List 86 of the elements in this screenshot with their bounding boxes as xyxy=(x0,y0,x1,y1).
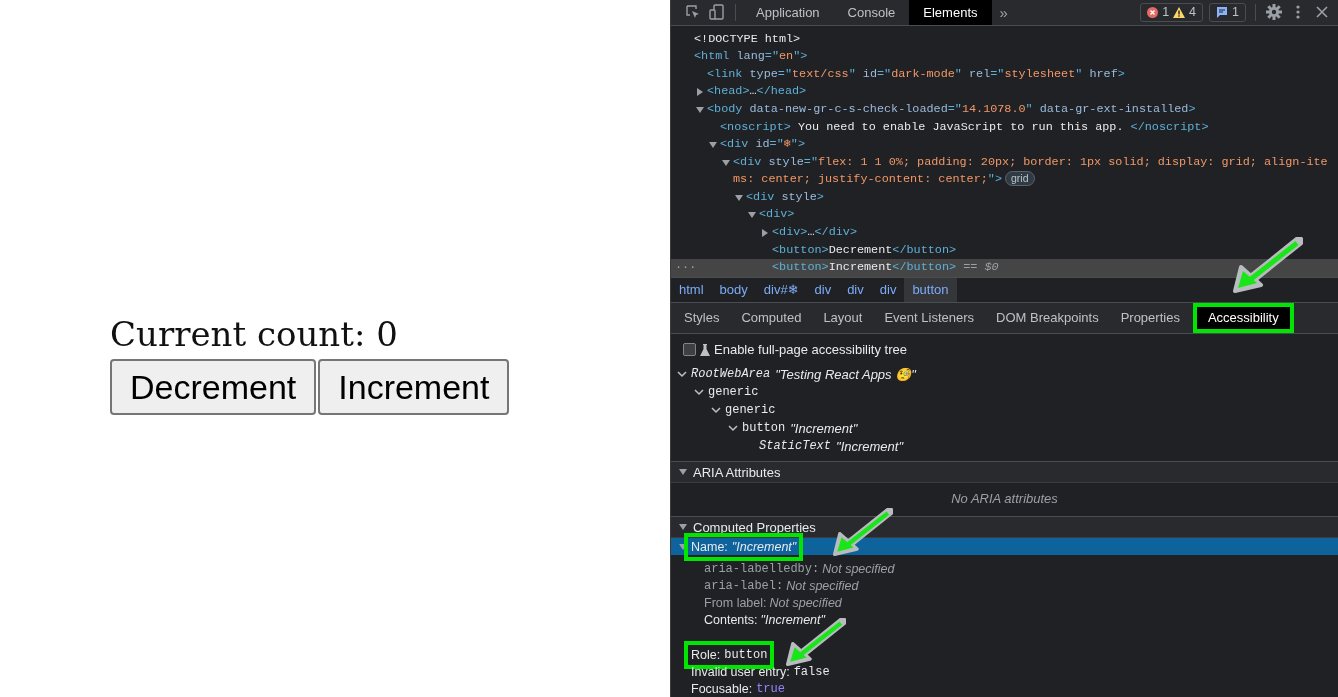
error-count: 1 xyxy=(1162,5,1170,20)
panel-tab[interactable]: Styles xyxy=(673,302,731,333)
expanded-triangle-icon[interactable] xyxy=(735,193,743,202)
source-value: "Increment" xyxy=(760,612,825,627)
collapsed-triangle-icon[interactable] xyxy=(761,229,769,238)
breadcrumb[interactable]: div xyxy=(839,278,872,302)
source-label: aria-labelledby: xyxy=(704,561,820,576)
source-value: Not specified xyxy=(786,578,859,593)
checkbox[interactable] xyxy=(683,343,696,356)
dom-node-line[interactable]: <div> xyxy=(671,206,1338,225)
property-label: Invalid user entry: xyxy=(691,664,790,679)
expanded-triangle-icon[interactable] xyxy=(696,105,704,114)
expanded-triangle-icon[interactable] xyxy=(722,158,730,167)
property-label: Focusable: xyxy=(691,681,753,696)
expanded-triangle-icon[interactable] xyxy=(679,523,687,531)
pointer-arrow xyxy=(1233,236,1303,293)
dom-node-line[interactable]: <div style="flex: 1 1 0%; padding: 20px; border: 1px solid; display: grid; align-items: center; justify-content: center;"> grid xyxy=(671,153,1338,189)
property-row[interactable]: Focusable: true xyxy=(671,680,1338,697)
property-label: Name: xyxy=(691,539,728,554)
property-value: true xyxy=(756,681,785,696)
devtools-tab[interactable]: Elements xyxy=(909,0,992,25)
property-value: button xyxy=(724,647,768,662)
section-title[interactable]: Computed Properties xyxy=(693,519,816,535)
flask-icon xyxy=(700,343,710,356)
devtools-tab[interactable]: Application xyxy=(742,0,834,25)
ax-role[interactable]: generic xyxy=(708,385,759,399)
message-icon xyxy=(1216,6,1229,19)
section-title[interactable]: ARIA Attributes xyxy=(693,464,781,480)
source-label: Contents: xyxy=(704,612,758,627)
property-row[interactable]: Invalid user entry: false xyxy=(671,663,1338,680)
dom-node-line[interactable]: <link type="text/css" id="dark-mode" rel="stylesheet" href> xyxy=(671,65,1338,84)
panel-tab[interactable]: Properties xyxy=(1109,302,1191,333)
breadcrumb[interactable]: div xyxy=(871,278,905,302)
source-label: From label: xyxy=(704,595,767,610)
property-value: "Increment" xyxy=(731,539,797,554)
ax-name: "Increment" xyxy=(790,420,858,436)
ax-role[interactable]: StaticText xyxy=(759,439,831,453)
empty-message: No ARIA attributes xyxy=(950,490,1059,508)
dom-node-line[interactable]: <div style> xyxy=(671,188,1338,207)
more-dots-button[interactable]: ··· xyxy=(675,259,697,277)
panel-tab[interactable]: Computed xyxy=(730,302,813,333)
breadcrumb[interactable]: div#❄ xyxy=(755,278,807,302)
source-value: Not specified xyxy=(769,595,842,610)
expanded-triangle-icon[interactable] xyxy=(679,468,687,476)
breadcrumb[interactable]: button xyxy=(904,278,957,302)
dom-node-line[interactable]: <div id="❄"> xyxy=(671,136,1338,154)
source-label: aria-label: xyxy=(704,578,784,593)
ax-role[interactable]: RootWebArea xyxy=(691,367,771,381)
pointer-arrow xyxy=(833,508,893,556)
ax-name: "Increment" xyxy=(836,438,904,454)
property-label: Role: xyxy=(691,647,721,662)
more-tabs-button[interactable]: » xyxy=(991,0,1016,25)
expanded-triangle-icon[interactable] xyxy=(748,211,756,220)
property-value: false xyxy=(793,664,830,679)
dom-node-line[interactable]: <div>…</div> xyxy=(671,224,1338,242)
panel-tab[interactable]: DOM Breakpoints xyxy=(985,302,1110,333)
count-text: Current count: 0 xyxy=(110,313,399,355)
breadcrumb[interactable]: html xyxy=(671,278,712,302)
panel-tab[interactable]: Layout xyxy=(812,302,874,333)
dom-node-line[interactable]: <button>Decrement</button> xyxy=(671,241,1338,260)
collapsed-triangle-icon[interactable] xyxy=(696,88,704,97)
dom-node-line[interactable]: <!DOCTYPE html> xyxy=(671,30,1338,49)
breadcrumb[interactable]: body xyxy=(711,278,756,302)
dom-node-line[interactable]: <body data-new-gr-c-s-check-loaded="14.1078.0" data-gr-ext-installed> xyxy=(671,100,1338,119)
breadcrumb[interactable]: div xyxy=(806,278,840,302)
message-count: 1 xyxy=(1232,5,1239,20)
issues-counter[interactable]: 1 4 xyxy=(1140,3,1204,22)
error-icon xyxy=(1147,6,1159,18)
source-value: Not specified xyxy=(822,561,895,576)
expanded-triangle-icon[interactable] xyxy=(709,141,717,150)
ax-role[interactable]: button xyxy=(742,421,786,435)
counter-button[interactable]: Increment xyxy=(318,359,510,415)
ax-role[interactable]: generic xyxy=(725,403,776,417)
checkbox-label: Enable full-page accessibility tree xyxy=(714,342,907,357)
property-row[interactable]: Role: button xyxy=(671,646,1338,663)
warning-count: 4 xyxy=(1189,5,1197,20)
dom-node-line[interactable]: <noscript> You need to enable JavaScript to run this app. </noscript> xyxy=(671,118,1338,137)
ax-name: "Testing React Apps 🧐" xyxy=(775,366,916,382)
dom-node-line[interactable]: <head>…</head> xyxy=(671,83,1338,101)
panel-tab[interactable]: Event Listeners xyxy=(873,302,986,333)
warning-icon xyxy=(1173,6,1186,18)
counter-button[interactable]: Decrement xyxy=(110,359,317,415)
devtools-tab[interactable]: Console xyxy=(833,0,910,25)
expanded-triangle-icon[interactable] xyxy=(679,542,687,551)
messages-counter[interactable]: 1 xyxy=(1209,3,1246,22)
dom-node-line[interactable]: <html lang="en"> xyxy=(671,48,1338,66)
